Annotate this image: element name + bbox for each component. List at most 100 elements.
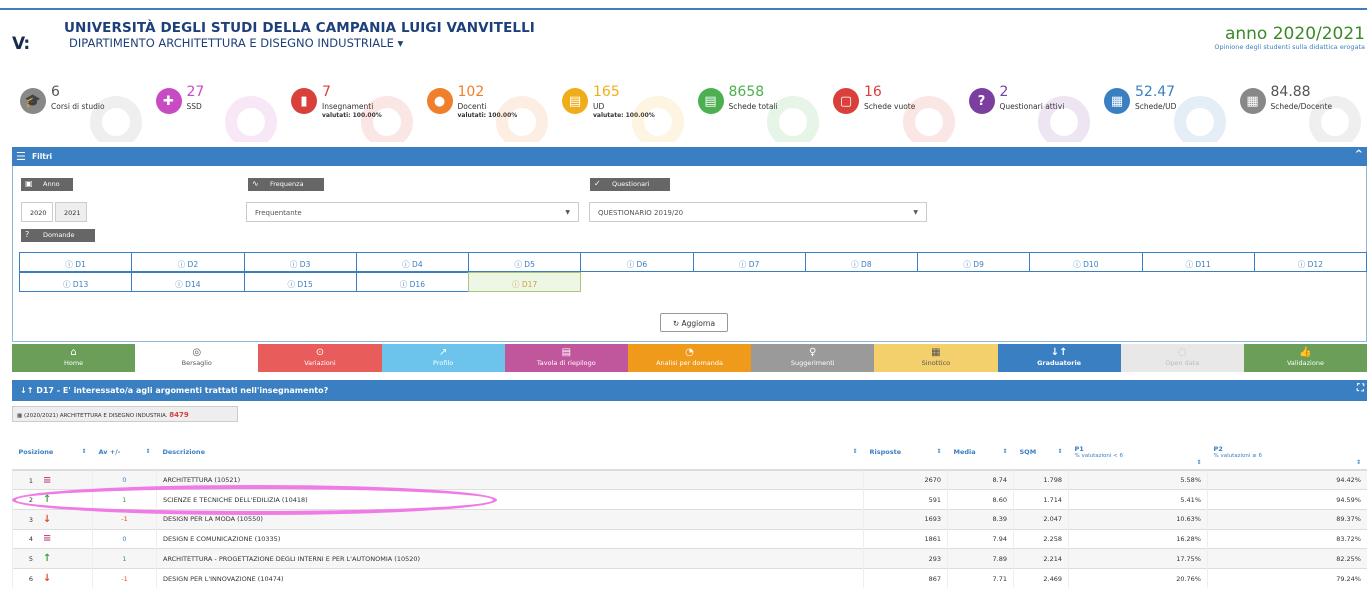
stat-card: ▤ 8658 Schede totali [690, 82, 826, 142]
stat-value: 7 [322, 84, 331, 100]
question-icon: ⓘ [963, 260, 971, 269]
question-icon: ⓘ [1073, 260, 1081, 269]
cell-descrizione: DESIGN E COMUNICAZIONE (10335) [156, 528, 864, 549]
check-icon: ✓ [594, 179, 601, 188]
cell-media: 7.71 [947, 567, 1014, 589]
table-row[interactable]: 3 ↓ -1 DESIGN PER LA MODA (10550) 1693 8.… [12, 508, 1367, 530]
cell-descrizione: DESIGN PER LA MODA (10550) [156, 508, 864, 530]
question-d8[interactable]: ⓘ D8 [804, 252, 918, 272]
refresh-icon: ↻ [672, 319, 680, 328]
cell-posizione: 1 ≡ [12, 469, 93, 490]
question-d10[interactable]: ⓘ D10 [1029, 252, 1143, 272]
cell-posizione: 3 ↓ [12, 508, 93, 530]
cell-posizione: 6 ↓ [12, 567, 93, 589]
table-row[interactable]: 5 ↑ 1 ARCHITETTURA - PROGETTAZIONE DEGLI … [12, 548, 1367, 569]
tab-variazioni[interactable]: ⊙ Variazioni [258, 344, 382, 372]
question-d17[interactable]: ⓘ D17 [468, 272, 582, 292]
question-icon: ⓘ [175, 280, 183, 289]
stat-card: ● 102 Docenti valutati: 100.00% [419, 82, 555, 142]
table-row[interactable]: 2 ↑ 1 SCIENZE E TECNICHE DELL'EDILIZIA (1… [12, 489, 1367, 510]
frequenza-select[interactable]: Frequentante ▼ [246, 202, 579, 222]
cell-p2: 89.37% [1207, 508, 1367, 530]
col-av[interactable]: Av +/- ⇕ [92, 435, 157, 471]
questionari-select[interactable]: QUESTIONARIO 2019/20 ▼ [589, 202, 927, 222]
stat-decoration [1173, 96, 1226, 142]
stat-label: Schede/UD [1135, 102, 1177, 111]
question-d5[interactable]: ⓘ D5 [468, 252, 582, 272]
chevron-down-icon: ▼ [913, 209, 918, 216]
stat-card: ▦ 52.47 Schede/UD [1096, 82, 1232, 142]
table-row[interactable]: 1 ≡ 0 ARCHITETTURA (10521) 2670 8.74 1.79… [12, 469, 1367, 490]
question-d7[interactable]: ⓘ D7 [692, 252, 806, 272]
year-option-2020[interactable]: 2020 [21, 202, 53, 222]
stat-value: 8658 [728, 84, 765, 100]
ranking-table: Posizione ⇕ Av +/- ⇕ Descrizione ⇕ Risposte… [12, 435, 1367, 589]
stat-decoration [1309, 96, 1361, 142]
question-d12[interactable]: ⓘ D12 [1253, 252, 1367, 272]
question-d9[interactable]: ⓘ D9 [917, 252, 1031, 272]
table-row[interactable]: 6 ↓ -1 DESIGN PER L'INNOVAZIONE (10474) 8… [12, 567, 1367, 589]
tab-suggerimenti[interactable]: ♀ Suggerimenti [751, 344, 875, 372]
question-d4[interactable]: ⓘ D4 [355, 252, 469, 272]
tab-analisi-per-domanda[interactable]: ◔ Analisi per domanda [627, 344, 752, 372]
aggiorna-button[interactable]: ↻ Aggiorna [660, 313, 728, 332]
stat-value: 102 [457, 84, 485, 100]
question-icon: ⓘ [514, 260, 522, 269]
users-icon: ● [426, 88, 453, 114]
question-d15[interactable]: ⓘ D15 [243, 272, 357, 292]
col-descrizione[interactable]: Descrizione ⇕ [156, 435, 864, 471]
cell-p1: 17.75% [1068, 548, 1208, 569]
question-d1[interactable]: ⓘ D1 [19, 252, 133, 272]
question-d11[interactable]: ⓘ D11 [1141, 252, 1255, 272]
tab-validazione[interactable]: 👍 Validazione [1243, 344, 1367, 372]
sort-icon: ⇕ [145, 448, 151, 455]
question-d14[interactable]: ⓘ D14 [131, 272, 245, 292]
table-row[interactable]: 4 ≡ 0 DESIGN E COMUNICAZIONE (10335) 1861… [12, 528, 1367, 549]
university-name: UNIVERSITÀ DEGLI STUDI DELLA CAMPANIA LU… [64, 20, 535, 36]
sort-icon: ⇕ [1057, 448, 1063, 455]
building-icon: ▦ [17, 413, 23, 419]
home-icon: ⌂ [70, 347, 77, 358]
col-posizione[interactable]: Posizione ⇕ [12, 435, 93, 471]
department-dropdown[interactable]: DIPARTIMENTO ARCHITETTURA E DISEGNO INDU… [69, 36, 403, 50]
col-risposte[interactable]: Risposte ⇕ [863, 435, 948, 471]
question-icon: ⓘ [626, 260, 635, 269]
sort-icon: ↓↑ [20, 386, 34, 395]
results-header: ↓↑ D17 - E' interessato/a agli argomenti… [12, 380, 1367, 401]
cell-av: 0 [92, 528, 157, 549]
expand-icon[interactable]: ⛶ [1357, 383, 1364, 394]
question-icon: ⓘ [399, 280, 408, 289]
tab-bersaglio[interactable]: ◎ Bersaglio [135, 344, 259, 372]
question-d16[interactable]: ⓘ D16 [355, 272, 469, 292]
col-p1[interactable]: P1% valutazioni < 6 ⇕ [1068, 435, 1208, 471]
trend-up-icon: ↑ [43, 494, 52, 506]
year-option-2021[interactable]: 2021 [55, 202, 87, 222]
cell-media: 8.74 [947, 469, 1014, 490]
collapse-icon[interactable]: ^ [1355, 149, 1363, 160]
filters-title: Filtri [32, 152, 53, 161]
stat-value: 165 [593, 84, 620, 100]
tab-open-data[interactable]: ◌ Open data [1120, 344, 1244, 372]
tab-sinottico[interactable]: ▦ Sinottico [874, 344, 998, 372]
filters-header[interactable]: ☰ Filtri ^ [12, 147, 1367, 166]
question-d2[interactable]: ⓘ D2 [131, 252, 245, 272]
grid-icon: ▦ [931, 347, 941, 358]
tab-graduatorie[interactable]: ↓↑ Graduatorie [997, 344, 1121, 372]
col-media[interactable]: Media ⇕ [947, 435, 1014, 471]
stat-decoration [89, 96, 142, 142]
col-sqm[interactable]: SQM ⇕ [1013, 435, 1069, 471]
sort-icon: ⇕ [1002, 448, 1008, 455]
col-p2[interactable]: P2% valutazioni ≥ 6 ⇕ [1207, 435, 1367, 471]
tab-profilo[interactable]: ↗ Profilo [381, 344, 505, 372]
tab-tavola-di-riepilogo[interactable]: ▤ Tavola di riepilogo [504, 344, 628, 372]
thumb-icon: 👍 [1299, 347, 1312, 358]
question-d3[interactable]: ⓘ D3 [243, 252, 357, 272]
stat-card: ? 2 Questionari attivi [961, 82, 1097, 142]
stat-value: 2 [999, 84, 1009, 100]
stat-value: 27 [186, 84, 205, 100]
question-d6[interactable]: ⓘ D6 [580, 252, 694, 272]
cell-av: -1 [92, 567, 157, 589]
gauge-icon: ◔ [685, 347, 694, 358]
question-d13[interactable]: ⓘ D13 [19, 272, 133, 292]
tab-home[interactable]: ⌂ Home [12, 344, 136, 372]
